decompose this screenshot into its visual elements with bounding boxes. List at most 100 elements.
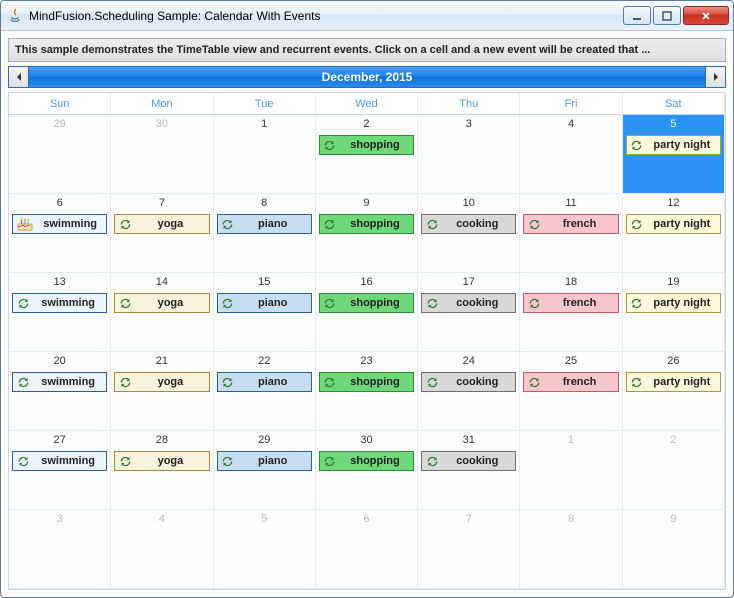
dow-header: Wed (316, 93, 418, 115)
day-number: 25 (520, 352, 621, 369)
calendar-cell[interactable]: 13swimming (9, 273, 111, 352)
event-chip[interactable]: yoga (114, 214, 209, 234)
recurring-icon (118, 296, 132, 310)
event-chip[interactable]: shopping (319, 293, 414, 313)
event-chip[interactable]: piano (217, 372, 312, 392)
calendar-cell[interactable]: 14yoga (111, 273, 213, 352)
calendar-cell[interactable]: 2 (623, 431, 725, 510)
minimize-button[interactable] (623, 6, 651, 25)
day-number: 8 (214, 194, 315, 211)
calendar-cell[interactable]: 2shopping (316, 115, 418, 194)
prev-month-button[interactable] (9, 67, 29, 87)
day-number: 22 (214, 352, 315, 369)
titlebar[interactable]: MindFusion.Scheduling Sample: Calendar W… (1, 1, 733, 31)
event-chip[interactable]: swimming (12, 293, 107, 313)
event-chip[interactable]: cooking (421, 214, 516, 234)
day-number: 26 (623, 352, 724, 369)
event-chip[interactable]: yoga (114, 451, 209, 471)
event-label: french (544, 297, 617, 309)
calendar-grid: SunMonTueWedThuFriSat293012shopping345pa… (8, 92, 726, 590)
event-chip[interactable]: party night (626, 135, 721, 155)
calendar-cell[interactable]: 29piano (214, 431, 316, 510)
event-chip[interactable]: swimming (12, 451, 107, 471)
maximize-button[interactable] (653, 6, 681, 25)
calendar-cell[interactable]: 24cooking (418, 352, 520, 431)
calendar-cell[interactable]: 22 piano (214, 352, 316, 431)
close-button[interactable] (683, 6, 729, 25)
next-month-button[interactable] (705, 67, 725, 87)
calendar-cell[interactable]: 16shopping (316, 273, 418, 352)
recurring-icon (323, 217, 337, 231)
recurring-icon (323, 296, 337, 310)
calendar-cell[interactable]: 5party night (623, 115, 725, 194)
event-label: cooking (442, 218, 515, 230)
calendar-cell[interactable]: 27swimming (9, 431, 111, 510)
calendar-cell[interactable]: 19 party night (623, 273, 725, 352)
event-chip[interactable]: party night (626, 293, 721, 313)
calendar-cell[interactable]: 9shopping (316, 194, 418, 273)
calendar-cell[interactable]: 10cooking (418, 194, 520, 273)
calendar-cell[interactable]: 1 (214, 115, 316, 194)
event-chip[interactable]: shopping (319, 214, 414, 234)
calendar-cell[interactable]: 28yoga (111, 431, 213, 510)
calendar-cell[interactable]: 20swimming (9, 352, 111, 431)
calendar-cell[interactable]: 5 (214, 510, 316, 589)
event-chip[interactable]: french (523, 214, 618, 234)
day-number: 30 (111, 115, 212, 132)
event-chip[interactable]: french (523, 293, 618, 313)
calendar-cell[interactable]: 18 french (520, 273, 622, 352)
calendar-cell[interactable]: 31cooking (418, 431, 520, 510)
calendar-cell[interactable]: 12 party night (623, 194, 725, 273)
calendar-cell[interactable]: 1 (520, 431, 622, 510)
calendar-cell[interactable]: 25 french (520, 352, 622, 431)
day-number: 19 (623, 273, 724, 290)
calendar-cell[interactable]: 6 (316, 510, 418, 589)
event-label: party night (647, 297, 720, 309)
calendar-cell[interactable]: 30 (111, 115, 213, 194)
day-number: 8 (520, 510, 621, 527)
event-chip[interactable]: yoga (114, 372, 209, 392)
day-number: 7 (111, 194, 212, 211)
month-label[interactable]: December, 2015 (29, 67, 705, 87)
calendar-cell[interactable]: 17cooking (418, 273, 520, 352)
calendar-cell[interactable]: 8 (520, 510, 622, 589)
event-chip[interactable]: cooking (421, 293, 516, 313)
calendar-cell[interactable]: 7 yoga (111, 194, 213, 273)
calendar-cell[interactable]: 6swimming (9, 194, 111, 273)
calendar-cell[interactable]: 3 (418, 115, 520, 194)
event-chip[interactable]: swimming (12, 372, 107, 392)
calendar-cell[interactable]: 3 (9, 510, 111, 589)
calendar-cell[interactable]: 26 party night (623, 352, 725, 431)
calendar-cell[interactable]: 9 (623, 510, 725, 589)
day-number: 2 (623, 431, 724, 448)
dow-header: Sun (9, 93, 111, 115)
event-chip[interactable]: piano (217, 451, 312, 471)
event-label: piano (238, 455, 311, 467)
dow-header: Sat (623, 93, 725, 115)
calendar-cell[interactable]: 4 (520, 115, 622, 194)
event-chip[interactable]: shopping (319, 135, 414, 155)
event-chip[interactable]: piano (217, 293, 312, 313)
event-chip[interactable]: shopping (319, 372, 414, 392)
day-number: 12 (623, 194, 724, 211)
calendar-cell[interactable]: 23shopping (316, 352, 418, 431)
event-chip[interactable]: piano (217, 214, 312, 234)
calendar-cell[interactable]: 7 (418, 510, 520, 589)
calendar-cell[interactable]: 15piano (214, 273, 316, 352)
event-chip[interactable]: party night (626, 372, 721, 392)
calendar-cell[interactable]: 11french (520, 194, 622, 273)
calendar-cell[interactable]: 29 (9, 115, 111, 194)
event-chip[interactable]: swimming (12, 214, 107, 234)
day-number: 18 (520, 273, 621, 290)
calendar-cell[interactable]: 4 (111, 510, 213, 589)
calendar-cell[interactable]: 30shopping (316, 431, 418, 510)
calendar-cell[interactable]: 8 piano (214, 194, 316, 273)
event-chip[interactable]: yoga (114, 293, 209, 313)
event-chip[interactable]: shopping (319, 451, 414, 471)
event-chip[interactable]: cooking (421, 372, 516, 392)
event-chip[interactable]: cooking (421, 451, 516, 471)
event-label: shopping (340, 455, 413, 467)
calendar-cell[interactable]: 21yoga (111, 352, 213, 431)
event-chip[interactable]: party night (626, 214, 721, 234)
event-chip[interactable]: french (523, 372, 618, 392)
